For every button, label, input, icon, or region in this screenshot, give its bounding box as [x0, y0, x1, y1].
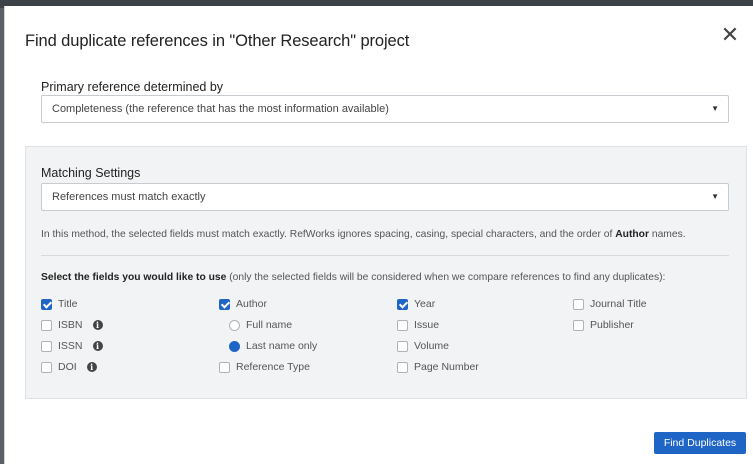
matching-settings-panel: Matching Settings References must match …	[25, 146, 747, 399]
last-name-only-radio[interactable]	[229, 340, 240, 352]
matching-description: In this method, the selected fields must…	[41, 229, 686, 240]
field-title[interactable]: Title	[41, 298, 77, 310]
doi-checkbox[interactable]	[41, 361, 52, 373]
issn-checkbox[interactable]	[41, 340, 52, 352]
info-icon[interactable]: i	[92, 341, 103, 351]
field-reference-type[interactable]: Reference Type	[219, 361, 310, 373]
close-icon[interactable]: ✕	[719, 24, 741, 46]
find-duplicates-button[interactable]: Find Duplicates	[654, 432, 746, 454]
field-journal-title[interactable]: Journal Title	[573, 298, 647, 310]
divider	[41, 255, 729, 256]
reference-type-checkbox[interactable]	[219, 361, 230, 373]
page-number-checkbox[interactable]	[397, 361, 408, 373]
field-issn[interactable]: ISSN i	[41, 340, 103, 352]
find-duplicates-dialog: Find duplicate references in "Other Rese…	[4, 6, 753, 464]
field-author[interactable]: Author	[219, 298, 267, 310]
primary-reference-value: Completeness (the reference that has the…	[52, 103, 389, 115]
field-year[interactable]: Year	[397, 298, 435, 310]
issue-checkbox[interactable]	[397, 319, 408, 331]
matching-method-value: References must match exactly	[52, 191, 206, 203]
primary-reference-label: Primary reference determined by	[41, 80, 224, 94]
field-page-number[interactable]: Page Number	[397, 361, 479, 373]
dialog-title: Find duplicate references in "Other Rese…	[25, 32, 410, 50]
publisher-checkbox[interactable]	[573, 319, 584, 331]
info-icon[interactable]: i	[92, 320, 103, 330]
journal-title-checkbox[interactable]	[573, 298, 584, 310]
volume-checkbox[interactable]	[397, 340, 408, 352]
author-checkbox[interactable]	[219, 298, 230, 310]
title-checkbox[interactable]	[41, 298, 52, 310]
field-publisher[interactable]: Publisher	[573, 319, 634, 331]
author-last-name-radio[interactable]: Last name only	[229, 340, 317, 352]
field-doi[interactable]: DOI i	[41, 361, 97, 373]
full-name-radio[interactable]	[229, 319, 240, 331]
matching-method-select[interactable]: References must match exactly ▼	[41, 183, 729, 211]
chevron-down-icon: ▼	[711, 104, 719, 113]
matching-settings-label: Matching Settings	[41, 166, 141, 180]
fields-intro: Select the fields you would like to use …	[41, 272, 666, 283]
field-volume[interactable]: Volume	[397, 340, 449, 352]
field-issue[interactable]: Issue	[397, 319, 439, 331]
field-isbn[interactable]: ISBN i	[41, 319, 103, 331]
info-icon[interactable]: i	[86, 362, 97, 372]
isbn-checkbox[interactable]	[41, 319, 52, 331]
year-checkbox[interactable]	[397, 298, 408, 310]
chevron-down-icon: ▼	[711, 192, 719, 201]
author-full-name-radio[interactable]: Full name	[229, 319, 292, 331]
primary-reference-select[interactable]: Completeness (the reference that has the…	[41, 95, 729, 123]
